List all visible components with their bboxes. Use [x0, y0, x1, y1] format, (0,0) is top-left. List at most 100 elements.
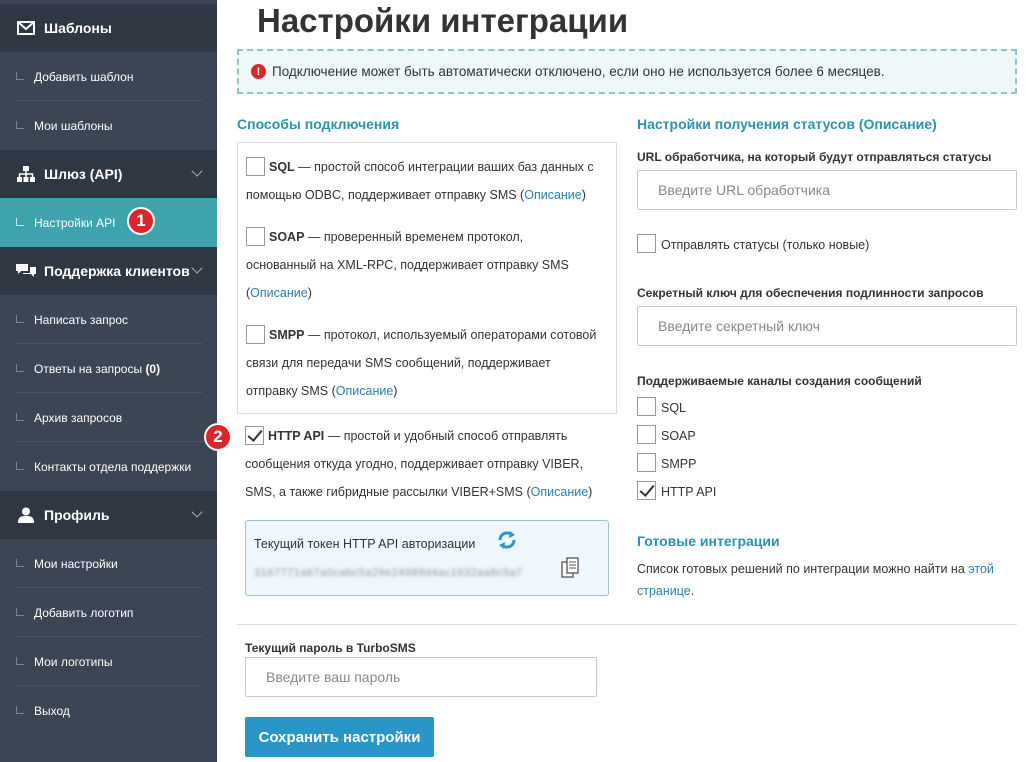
paren: ) [932, 116, 937, 132]
sidebar-item-label: Мои шаблоны [34, 118, 113, 133]
secret-label: Секретный ключ для обеспечения подлиннос… [637, 286, 984, 300]
method-desc: — проверенный временем протокол, [304, 230, 524, 244]
method-name: SMPP [269, 328, 305, 342]
tree-branch-icon [16, 462, 24, 470]
tree-branch-icon [16, 559, 24, 567]
step-badge-2: 2 [204, 423, 232, 451]
paren: ) [581, 188, 586, 202]
ready-integrations-text: Список готовых решений по интеграции мож… [637, 558, 1027, 602]
method-name: SQL [269, 160, 295, 174]
sidebar-item-api-settings[interactable]: Настройки API 1 [0, 198, 217, 247]
sidebar-section-label: Шлюз (API) [44, 166, 123, 182]
page-title: Настройки интеграции [257, 2, 629, 39]
step-badge-1: 1 [127, 207, 155, 235]
method-desc: связи для передачи SMS сообщений, поддер… [246, 356, 551, 370]
ready-link[interactable]: странице [637, 584, 691, 598]
tree-branch-icon [16, 413, 24, 421]
channel-sql-checkbox[interactable] [637, 397, 656, 416]
period: . [690, 584, 695, 598]
sidebar-section-templates[interactable]: Шаблоны [0, 4, 217, 52]
tree-branch-icon [16, 364, 24, 372]
channel-label: SQL [661, 400, 687, 415]
method-http-api: HTTP API — простой и удобный способ отпр… [245, 422, 620, 506]
sidebar-item-archive[interactable]: Архив запросов [0, 393, 217, 442]
sidebar-item-label: Добавить логотип [34, 605, 134, 620]
token-label: Текущий токен HTTP API авторизации [254, 537, 476, 551]
sidebar-item-label: Мои настройки [34, 556, 118, 571]
sql-description-link[interactable]: Описание [524, 188, 582, 202]
status-description-link[interactable]: Описание [864, 116, 933, 132]
channel-http-api-checkbox[interactable] [637, 481, 656, 500]
method-desc: — протокол, используемый операторами сот… [304, 328, 597, 342]
tree-branch-icon [16, 706, 24, 714]
sidebar-item-add-logo[interactable]: Добавить логотип [0, 588, 217, 637]
sidebar-item-my-logos[interactable]: Мои логотипы [0, 637, 217, 686]
channel-http-api[interactable]: HTTP API [637, 481, 716, 501]
notice-banner: ! Подключение может быть автоматически о… [237, 49, 1017, 94]
sidebar-item-my-templates[interactable]: Мои шаблоны [0, 101, 217, 150]
replies-count: (0) [145, 361, 161, 376]
channel-soap[interactable]: SOAP [637, 425, 696, 445]
password-input[interactable]: Введите ваш пароль [245, 657, 597, 697]
sidebar-section-label: Профиль [44, 507, 110, 523]
soap-description-link[interactable]: Описание [250, 286, 308, 300]
send-new-statuses-row[interactable]: Отправлять статусы (только новые) [637, 234, 870, 254]
methods-title: Способы подключения [237, 116, 400, 132]
http-api-checkbox[interactable] [245, 426, 264, 446]
divider [237, 624, 1017, 625]
channel-smpp-checkbox[interactable] [637, 453, 656, 472]
main-content: Настройки интеграции ! Подключение может… [204, 0, 1034, 762]
sidebar-section-gateway[interactable]: Шлюз (API) [0, 150, 217, 198]
sidebar-item-label: Добавить шаблон [34, 69, 134, 84]
tree-branch-icon [16, 218, 24, 226]
sql-checkbox[interactable] [246, 157, 265, 177]
method-desc: основанный на XML-RPC, поддерживает отпр… [246, 258, 569, 272]
method-desc: отправку SMS ( [246, 384, 336, 398]
chat-icon [14, 262, 38, 280]
sidebar-item-support-contacts[interactable]: Контакты отдела поддержки [0, 442, 217, 491]
tree-branch-icon [16, 315, 24, 323]
send-new-statuses-checkbox[interactable] [637, 234, 656, 253]
sidebar-item-replies[interactable]: Ответы на запросы (0) [0, 344, 217, 393]
channel-soap-checkbox[interactable] [637, 425, 656, 444]
sidebar-section-profile[interactable]: Профиль [0, 491, 217, 539]
smpp-checkbox[interactable] [246, 325, 265, 345]
sidebar-section-label: Шаблоны [44, 20, 112, 36]
secret-input[interactable]: Введите секретный ключ [637, 306, 1017, 346]
url-input[interactable]: Введите URL обработчика [637, 170, 1017, 210]
send-new-statuses-label: Отправлять статусы (только новые) [661, 237, 870, 252]
paren: ) [588, 485, 593, 499]
refresh-icon[interactable] [496, 529, 518, 551]
method-name: HTTP API [268, 429, 325, 443]
smpp-description-link[interactable]: Описание [336, 384, 394, 398]
channel-sql[interactable]: SQL [637, 397, 687, 417]
method-soap: SOAP — проверенный временем протокол, ос… [246, 223, 611, 307]
status-title: Настройки получения статусов (Описание) [637, 116, 937, 132]
channel-smpp[interactable]: SMPP [637, 453, 696, 473]
sidebar-item-my-settings[interactable]: Мои настройки [0, 539, 217, 588]
notice-text: Подключение может быть автоматически отк… [272, 64, 885, 79]
ready-integrations-title: Готовые интеграции [637, 533, 780, 549]
tree-branch-icon [16, 121, 24, 129]
copy-icon[interactable] [560, 557, 580, 579]
sidebar: Шаблоны Добавить шаблон Мои шаблоны Шлюз… [0, 0, 217, 762]
http-description-link[interactable]: Описание [531, 485, 589, 499]
method-sql: SQL — простой способ интеграции ваших ба… [246, 153, 611, 209]
sitemap-icon [14, 165, 38, 183]
sidebar-item-add-template[interactable]: Добавить шаблон [0, 52, 217, 101]
save-button[interactable]: Сохранить настройки [245, 717, 434, 757]
sidebar-item-label: Выход [34, 703, 70, 718]
sidebar-item-logout[interactable]: Выход [0, 686, 217, 735]
password-label: Текущий пароль в TurboSMS [245, 641, 416, 655]
envelope-icon [14, 19, 38, 37]
sidebar-item-write-request[interactable]: Написать запрос [0, 295, 217, 344]
channels-label: Поддерживаемые каналы создания сообщений [637, 374, 922, 388]
methods-box: SQL — простой способ интеграции ваших ба… [237, 142, 617, 414]
sidebar-section-support[interactable]: Поддержка клиентов [0, 247, 217, 295]
method-desc: — простой и удобный способ отправлять [324, 429, 568, 443]
soap-checkbox[interactable] [246, 227, 265, 247]
paren: ) [307, 286, 312, 300]
method-smpp: SMPP — протокол, используемый операторам… [246, 321, 611, 405]
ready-text: Список готовых решений по интеграции мож… [637, 562, 969, 576]
ready-link[interactable]: этой [968, 562, 994, 576]
